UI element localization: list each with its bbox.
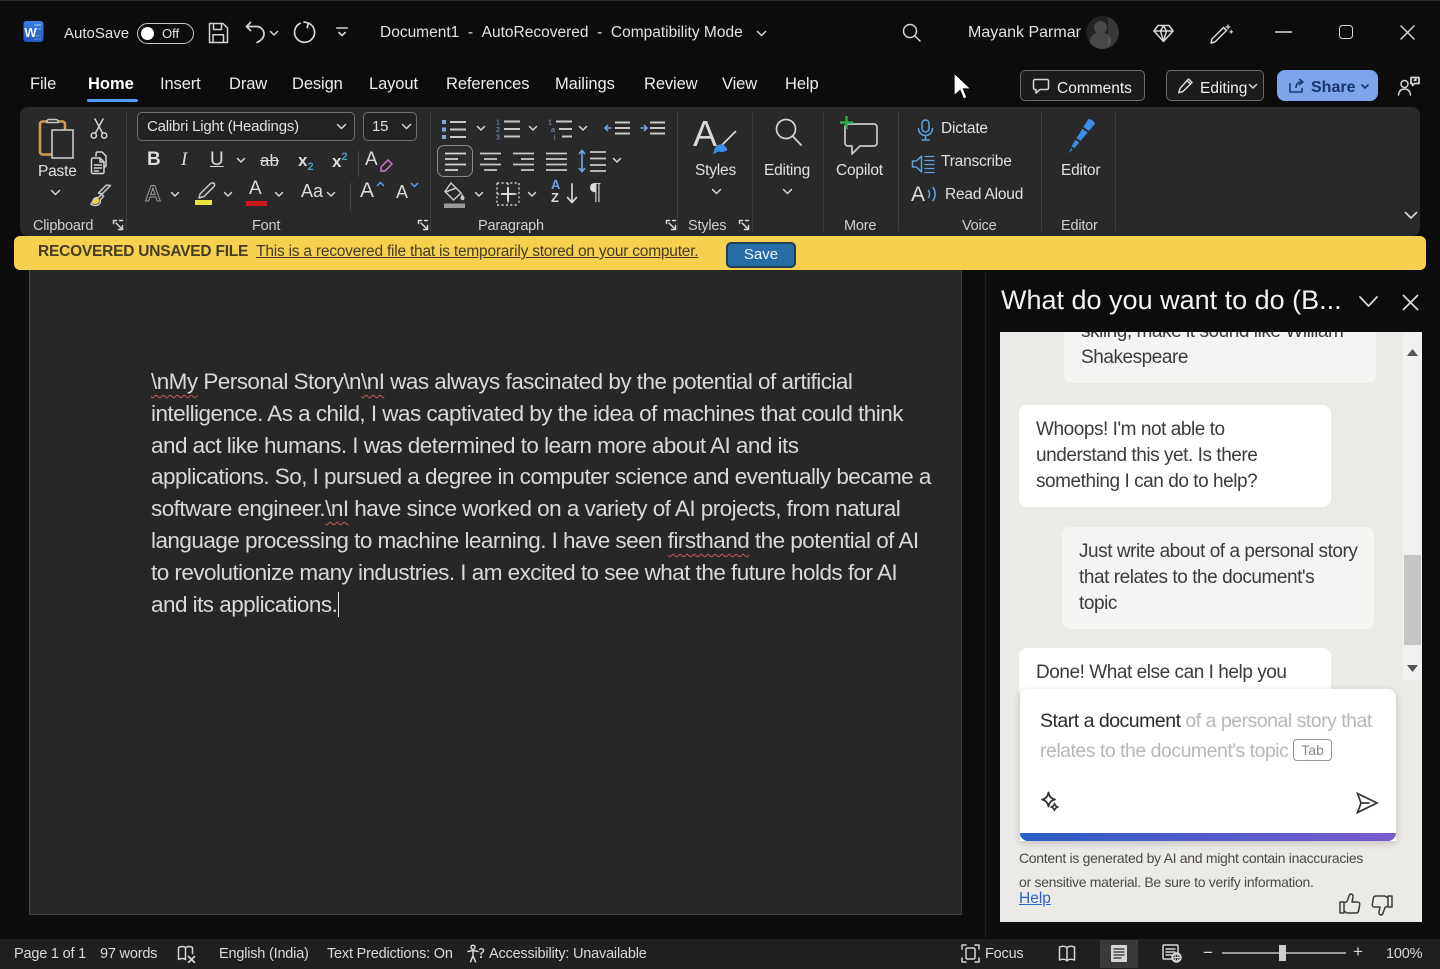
svg-text:3: 3 (496, 135, 500, 141)
svg-text:1: 1 (548, 120, 552, 127)
svg-text:2: 2 (496, 127, 500, 134)
svg-text:1: 1 (496, 120, 500, 127)
svg-text:a: a (551, 127, 555, 134)
svg-text:i: i (554, 135, 556, 141)
svg-text:W: W (24, 25, 37, 40)
